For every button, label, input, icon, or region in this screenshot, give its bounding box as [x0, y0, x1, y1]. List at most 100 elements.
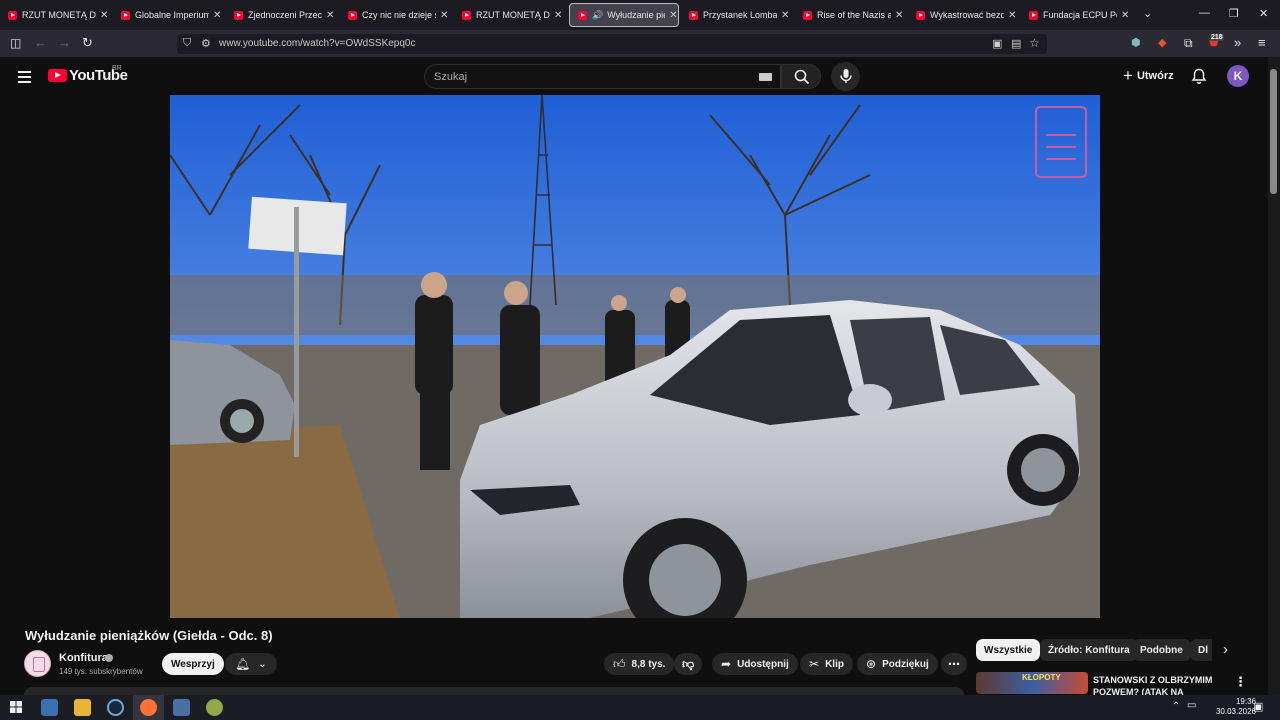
chip-related[interactable]: Podobne	[1132, 639, 1191, 661]
tab-close-icon[interactable]: ✕	[554, 10, 562, 21]
browser-tab[interactable]: Rise of the Nazis and ✕	[795, 3, 907, 27]
youtube-favicon-icon	[916, 10, 925, 20]
tab-close-icon[interactable]: ✕	[895, 10, 903, 21]
utility-app-icon[interactable]	[206, 699, 223, 716]
thanks-button[interactable]: ⊛ Podziękuj	[857, 653, 938, 675]
tab-label: Globalne Imperium B	[135, 10, 209, 20]
tab-close-icon[interactable]: ✕	[326, 10, 334, 21]
recommendation-thumbnail[interactable]: KŁOPOTY	[976, 672, 1088, 694]
tab-label: Zjednoczeni Przeciw	[248, 10, 322, 20]
browser-tab[interactable]: Czy nic nie dzieje się ✕	[340, 3, 452, 27]
share-button[interactable]: ➦ Udostępnij	[712, 653, 798, 675]
reader-view-icon[interactable]: ▤	[1011, 37, 1021, 50]
description-box[interactable]	[24, 687, 964, 695]
monitor-app-icon[interactable]	[41, 699, 58, 716]
like-button[interactable]: 👍︎ 8,8 tys.	[604, 653, 675, 675]
chip-partial[interactable]: Dl	[1190, 639, 1212, 661]
address-bar[interactable]: ⛉ ⚙ www.youtube.com/watch?v=OWdSSKepq0c …	[177, 34, 1047, 54]
calculator-icon[interactable]	[173, 699, 190, 716]
tab-close-icon[interactable]: ✕	[213, 10, 221, 21]
youtube-logo-icon[interactable]	[48, 69, 67, 82]
tab-label: Przystanek Lombard	[703, 10, 777, 20]
tab-close-icon[interactable]: ✕	[1121, 10, 1129, 21]
back-icon[interactable]: ←	[34, 36, 47, 50]
close-window-icon[interactable]: ✕	[1259, 7, 1268, 20]
tray-chevron-up-icon[interactable]: ⌃	[1172, 701, 1180, 712]
browser-tab[interactable]: Wykastrować bezdom ✕	[908, 3, 1020, 27]
thanks-dollar-icon: ⊛	[866, 657, 877, 671]
browser-tab[interactable]: Przystanek Lombard ✕	[681, 3, 793, 27]
voice-search-button[interactable]	[831, 62, 860, 91]
browser-tab-strip: RZUT MONETĄ DECY ✕ Globalne Imperium B ✕…	[0, 0, 1280, 30]
tab-close-icon[interactable]: ✕	[440, 10, 448, 21]
search-button[interactable]	[781, 64, 821, 89]
guide-menu-icon[interactable]	[18, 71, 31, 86]
reload-icon[interactable]: ↻	[82, 36, 93, 50]
scrollbar-thumb[interactable]	[1270, 69, 1277, 194]
chip-from-channel[interactable]: Źródło: Konfitura	[1040, 639, 1138, 661]
browser-tab[interactable]: RZUT MONETĄ DECY ✕	[454, 3, 566, 27]
account-avatar[interactable]: K	[1227, 65, 1249, 87]
thumbs-down-icon: 👎︎	[682, 656, 695, 671]
channel-name[interactable]: Konfitura	[59, 652, 108, 664]
support-button[interactable]: Wesprzyj	[162, 653, 224, 675]
search-placeholder: Szukaj	[434, 71, 468, 83]
bookmark-star-icon[interactable]: ☆	[1029, 36, 1040, 50]
steam-icon[interactable]	[107, 699, 124, 716]
browser-tab[interactable]: Globalne Imperium B ✕	[113, 3, 225, 27]
browser-nav-bar: ◫ ← → ↻ ⛉ ⚙ www.youtube.com/watch?v=OWdS…	[0, 30, 1280, 57]
create-button[interactable]: + Utwórz	[1115, 64, 1182, 88]
search-input[interactable]: Szukaj	[424, 64, 781, 89]
browser-tab[interactable]: Fundacja ECPU Polsk ✕	[1021, 3, 1133, 27]
overflow-chevron-icon[interactable]: »	[1234, 36, 1241, 50]
site-permissions-icon[interactable]: ⚙	[201, 37, 211, 50]
restore-icon[interactable]: ❐	[1229, 7, 1239, 20]
youtube-header: YouTube BR Szukaj + Utwórz K	[0, 57, 1268, 95]
extensions-puzzle-icon[interactable]: ⧉	[1184, 36, 1193, 50]
url-text[interactable]: www.youtube.com/watch?v=OWdSSKepq0c	[219, 38, 415, 49]
sidebar-toggle-icon[interactable]: ◫	[10, 36, 21, 50]
notifications-icon[interactable]: ▣	[1253, 700, 1263, 713]
keyboard-icon[interactable]	[759, 73, 772, 81]
tab-label: Czy nic nie dzieje się	[362, 10, 436, 20]
share-arrow-icon: ➦	[721, 657, 732, 671]
file-explorer-icon[interactable]	[74, 699, 91, 716]
chips-next-chevron-icon[interactable]: ›	[1223, 641, 1228, 658]
tab-close-icon[interactable]: ✕	[669, 10, 677, 21]
channel-avatar[interactable]	[24, 650, 51, 677]
browser-tab[interactable]: Zjednoczeni Przeciw ✕	[226, 3, 338, 27]
dislike-button[interactable]: 👎︎	[674, 653, 703, 675]
browser-tab-active[interactable]: 🔊 Wyłudzanie pien ✕	[569, 3, 679, 27]
tab-close-icon[interactable]: ✕	[781, 10, 789, 21]
picture-in-picture-icon[interactable]: ▣	[992, 37, 1002, 50]
system-clock[interactable]: 19:36 30.03.2026	[1216, 697, 1256, 717]
forward-icon[interactable]: →	[58, 36, 71, 50]
clip-button[interactable]: ✂ Klip	[800, 653, 853, 675]
tab-close-icon[interactable]: ✕	[1008, 10, 1016, 21]
shield-icon[interactable]: ⛉	[183, 37, 191, 50]
subscribe-notifications-button[interactable]: 🔔︎ ⌄	[225, 653, 277, 675]
video-player[interactable]	[170, 95, 1100, 618]
notifications-bell-icon[interactable]	[1191, 68, 1207, 85]
shield-extension-icon[interactable]: ⬢	[1131, 36, 1141, 50]
minimize-icon[interactable]: —	[1199, 7, 1210, 19]
recommendation-menu-icon[interactable]: ⋮	[1234, 674, 1247, 690]
more-actions-button[interactable]: ⋯	[941, 653, 967, 675]
browser-tab[interactable]: RZUT MONETĄ DECY ✕	[0, 3, 112, 27]
firefox-icon[interactable]	[140, 699, 157, 716]
youtube-favicon-icon	[462, 10, 471, 20]
tab-label: Fundacja ECPU Polsk	[1043, 10, 1117, 20]
network-icon[interactable]: ▭	[1187, 700, 1196, 711]
list-all-tabs-icon[interactable]: ⌄	[1143, 7, 1152, 20]
tab-close-icon[interactable]: ✕	[100, 10, 108, 21]
windows-start-icon[interactable]	[10, 701, 22, 713]
plus-icon: +	[1123, 66, 1133, 85]
thumbnail-text: KŁOPOTY	[1022, 673, 1061, 682]
chip-all[interactable]: Wszystkie	[976, 639, 1041, 661]
app-menu-icon[interactable]: ≡	[1258, 36, 1266, 50]
speaker-icon[interactable]: 🔊	[592, 10, 603, 21]
page-scrollbar[interactable]	[1268, 57, 1280, 695]
region-code: BR	[112, 65, 122, 72]
more-horizontal-icon: ⋯	[948, 657, 960, 671]
fox-extension-icon[interactable]: ◆	[1158, 36, 1166, 50]
